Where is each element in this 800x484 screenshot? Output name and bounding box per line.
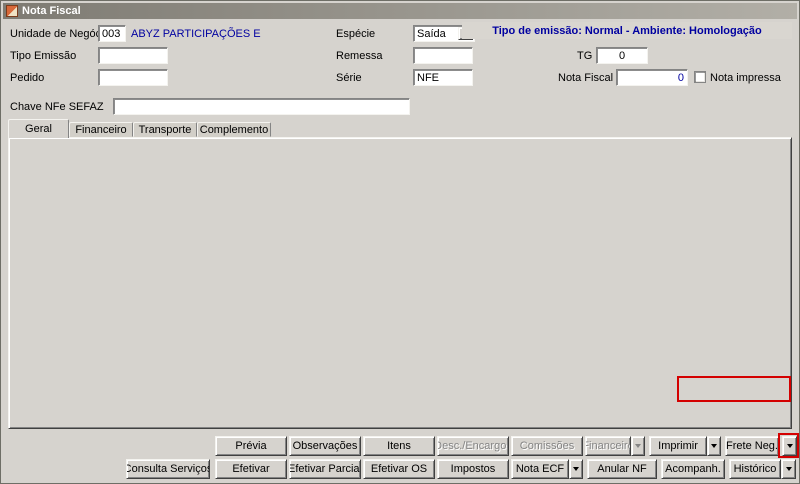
nota-impressa-label: Nota impressa — [710, 72, 781, 84]
serie-label: Série — [336, 72, 362, 84]
remessa-field[interactable] — [413, 47, 473, 64]
serie-field[interactable]: NFE — [413, 69, 473, 86]
emission-environment-banner: Tipo de emissão: Normal - Ambiente: Homo… — [462, 22, 792, 39]
tab-financeiro[interactable]: Financeiro — [69, 122, 133, 137]
window-icon — [6, 5, 18, 17]
pedido-label: Pedido — [10, 72, 45, 84]
window-title: Nota Fiscal — [22, 5, 81, 17]
tipo-emissao-field[interactable] — [98, 47, 168, 64]
frete-neg-button[interactable]: Frete Neg. — [725, 436, 779, 456]
remessa-label: Remessa — [336, 50, 383, 62]
title-bar: Nota Fiscal — [3, 3, 797, 19]
efetivar-os-button[interactable]: Efetivar OS — [363, 459, 435, 479]
impostos-button[interactable]: Impostos — [437, 459, 509, 479]
financeiro-button[interactable]: Financeiro — [585, 436, 631, 456]
consulta-servicos-button[interactable]: Consulta Serviços — [126, 459, 210, 479]
imprimir-button[interactable]: Imprimir — [649, 436, 707, 456]
nota-impressa-checkbox[interactable] — [694, 71, 706, 83]
tab-complemento[interactable]: Complemento — [197, 122, 271, 137]
observacoes-button[interactable]: Observações — [289, 436, 361, 456]
historico-dropdown-button[interactable] — [781, 459, 796, 479]
chevron-down-icon — [786, 444, 793, 448]
chevron-down-icon — [573, 467, 579, 471]
unidade-negocio-name: ABYZ PARTICIPAÇÕES E — [131, 28, 261, 40]
nota-fiscal-number-field[interactable]: 0 — [616, 69, 688, 86]
tipo-emissao-label: Tipo Emissão — [10, 50, 77, 62]
tab-geral[interactable]: Geral — [8, 119, 69, 138]
tg-field[interactable]: 0 — [596, 47, 648, 64]
geral-tab-panel — [8, 137, 792, 429]
chave-nfe-label: Chave NFe SEFAZ — [10, 101, 104, 113]
efetivar-parcial-button[interactable]: Efetivar Parcial — [289, 459, 361, 479]
frete-neg-dropdown-button[interactable] — [782, 436, 797, 456]
tab-transporte[interactable]: Transporte — [133, 122, 197, 137]
acompanh-button[interactable]: Acompanh. — [661, 459, 725, 479]
imprimir-dropdown-button[interactable] — [707, 436, 721, 456]
financeiro-dropdown-button[interactable] — [631, 436, 645, 456]
pedido-field[interactable] — [98, 69, 168, 86]
unidade-negocio-code-field[interactable]: 003 — [98, 25, 126, 42]
chevron-down-icon — [635, 444, 641, 448]
nota-fiscal-label: Nota Fiscal — [558, 72, 614, 84]
anular-nf-button[interactable]: Anular NF — [587, 459, 657, 479]
chevron-down-icon — [711, 444, 717, 448]
tg-label: TG — [577, 50, 593, 62]
chevron-down-icon — [785, 467, 792, 471]
especie-label: Espécie — [336, 28, 376, 40]
unidade-negocio-label: Unidade de Negócio — [10, 28, 110, 40]
previa-button[interactable]: Prévia — [215, 436, 287, 456]
efetivar-button[interactable]: Efetivar — [215, 459, 287, 479]
comissoes-button[interactable]: Comissões — [511, 436, 583, 456]
nota-ecf-dropdown-button[interactable] — [569, 459, 583, 479]
historico-button[interactable]: Histórico — [729, 459, 781, 479]
nota-ecf-button[interactable]: Nota ECF — [511, 459, 569, 479]
chave-nfe-field[interactable] — [113, 98, 410, 115]
itens-button[interactable]: Itens — [363, 436, 435, 456]
desc-encargos-button[interactable]: Desc./Encargos — [437, 436, 509, 456]
